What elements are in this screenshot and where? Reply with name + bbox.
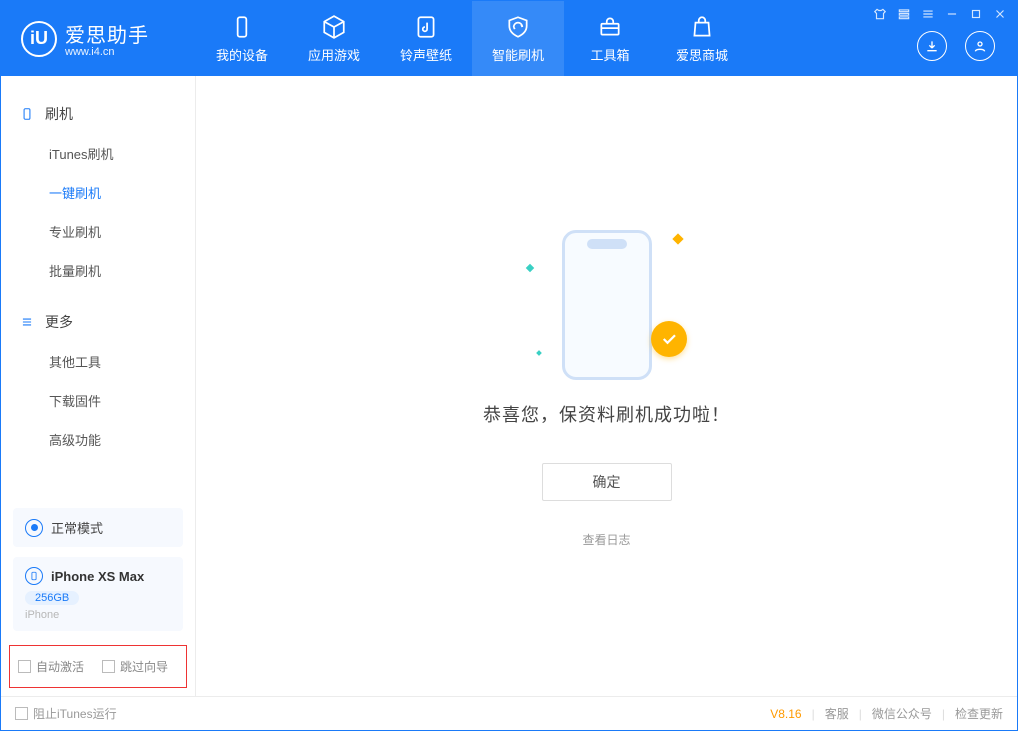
list-lines-icon xyxy=(19,314,35,330)
sidebar-group-label: 刷机 xyxy=(45,104,73,124)
mode-card[interactable]: 正常模式 xyxy=(13,508,183,547)
app-window: iU 爱思助手 www.i4.cn 我的设备 应用游戏 铃声壁纸 智能刷机 xyxy=(0,0,1018,731)
tab-label: 智能刷机 xyxy=(492,45,544,64)
version-label: V8.16 xyxy=(770,707,801,721)
flash-options-box: 自动激活 跳过向导 xyxy=(9,645,187,688)
device-capacity: 256GB xyxy=(25,591,79,605)
mode-icon xyxy=(25,519,43,537)
sidebar-cards: 正常模式 iPhone XS Max 256GB iPhone xyxy=(1,508,195,631)
footer: 阻止iTunes运行 V8.16 | 客服 | 微信公众号 | 检查更新 xyxy=(1,696,1017,730)
tab-store[interactable]: 爱思商城 xyxy=(656,1,748,76)
tab-label: 应用游戏 xyxy=(308,45,360,64)
support-link[interactable]: 客服 xyxy=(825,705,849,722)
tab-label: 我的设备 xyxy=(216,45,268,64)
sidebar-item-advanced[interactable]: 高级功能 xyxy=(1,420,195,459)
device-card[interactable]: iPhone XS Max 256GB iPhone xyxy=(13,557,183,631)
tab-label: 铃声壁纸 xyxy=(400,45,452,64)
sidebar: 刷机 iTunes刷机 一键刷机 专业刷机 批量刷机 更多 其他工具 下载固件 … xyxy=(1,76,196,696)
checkbox-block-itunes[interactable]: 阻止iTunes运行 xyxy=(15,705,117,722)
bag-icon xyxy=(689,14,715,40)
sidebar-item-oneclick-flash[interactable]: 一键刷机 xyxy=(1,173,195,212)
app-title: 爱思助手 xyxy=(65,19,149,48)
window-controls xyxy=(873,7,1007,21)
sidebar-item-pro-flash[interactable]: 专业刷机 xyxy=(1,212,195,251)
music-file-icon xyxy=(413,14,439,40)
skin-icon[interactable] xyxy=(873,7,887,21)
header: iU 爱思助手 www.i4.cn 我的设备 应用游戏 铃声壁纸 智能刷机 xyxy=(1,1,1017,76)
tab-apps[interactable]: 应用游戏 xyxy=(288,1,380,76)
toolbox-icon xyxy=(597,14,623,40)
app-subtitle: www.i4.cn xyxy=(65,46,149,58)
account-button[interactable] xyxy=(965,31,995,61)
sidebar-group-more: 更多 xyxy=(1,302,195,342)
sidebar-group-flash: 刷机 xyxy=(1,94,195,134)
tab-label: 工具箱 xyxy=(590,45,629,64)
check-update-link[interactable]: 检查更新 xyxy=(955,705,1003,722)
phone-outline-icon xyxy=(19,106,35,122)
device-name: iPhone XS Max xyxy=(51,569,144,584)
header-actions xyxy=(917,31,995,61)
checkbox-auto-activate[interactable]: 自动激活 xyxy=(18,658,84,675)
sidebar-item-itunes-flash[interactable]: iTunes刷机 xyxy=(1,134,195,173)
sparkle-icon xyxy=(672,233,683,244)
mode-label: 正常模式 xyxy=(51,518,103,537)
tab-toolbox[interactable]: 工具箱 xyxy=(564,1,656,76)
logo-area: iU 爱思助手 www.i4.cn xyxy=(1,1,196,76)
tab-label: 爱思商城 xyxy=(676,45,728,64)
checkbox-icon xyxy=(102,660,115,673)
refresh-shield-icon xyxy=(505,14,531,40)
device-icon xyxy=(229,14,255,40)
checkbox-skip-guide[interactable]: 跳过向导 xyxy=(102,658,168,675)
cube-icon xyxy=(321,14,347,40)
list-icon[interactable] xyxy=(897,7,911,21)
logo-icon: iU xyxy=(21,21,57,57)
checkmark-badge-icon xyxy=(651,321,687,357)
main-content: 恭喜您，保资料刷机成功啦！ 确定 查看日志 xyxy=(196,76,1017,696)
sparkle-icon xyxy=(525,263,533,271)
success-illustration xyxy=(537,225,677,385)
sparkle-icon xyxy=(536,350,542,356)
sidebar-item-other-tools[interactable]: 其他工具 xyxy=(1,342,195,381)
checkbox-icon xyxy=(15,707,28,720)
checkbox-label: 跳过向导 xyxy=(120,658,168,675)
success-message: 恭喜您，保资料刷机成功啦！ xyxy=(483,401,730,427)
body: 刷机 iTunes刷机 一键刷机 专业刷机 批量刷机 更多 其他工具 下载固件 … xyxy=(1,76,1017,696)
menu-icon[interactable] xyxy=(921,7,935,21)
maximize-button[interactable] xyxy=(969,7,983,21)
close-button[interactable] xyxy=(993,7,1007,21)
sidebar-item-firmware[interactable]: 下载固件 xyxy=(1,381,195,420)
ok-button[interactable]: 确定 xyxy=(542,463,672,501)
download-button[interactable] xyxy=(917,31,947,61)
tab-my-device[interactable]: 我的设备 xyxy=(196,1,288,76)
checkbox-label: 阻止iTunes运行 xyxy=(33,705,117,722)
phone-illustration-icon xyxy=(562,230,652,380)
view-log-link[interactable]: 查看日志 xyxy=(582,531,630,548)
device-type: iPhone xyxy=(25,609,171,621)
wechat-link[interactable]: 微信公众号 xyxy=(872,705,932,722)
minimize-button[interactable] xyxy=(945,7,959,21)
tab-smart-flash[interactable]: 智能刷机 xyxy=(472,1,564,76)
tab-ringtone[interactable]: 铃声壁纸 xyxy=(380,1,472,76)
sidebar-item-batch-flash[interactable]: 批量刷机 xyxy=(1,251,195,290)
checkbox-label: 自动激活 xyxy=(36,658,84,675)
device-phone-icon xyxy=(25,567,43,585)
sidebar-group-label: 更多 xyxy=(45,312,73,332)
checkbox-icon xyxy=(18,660,31,673)
